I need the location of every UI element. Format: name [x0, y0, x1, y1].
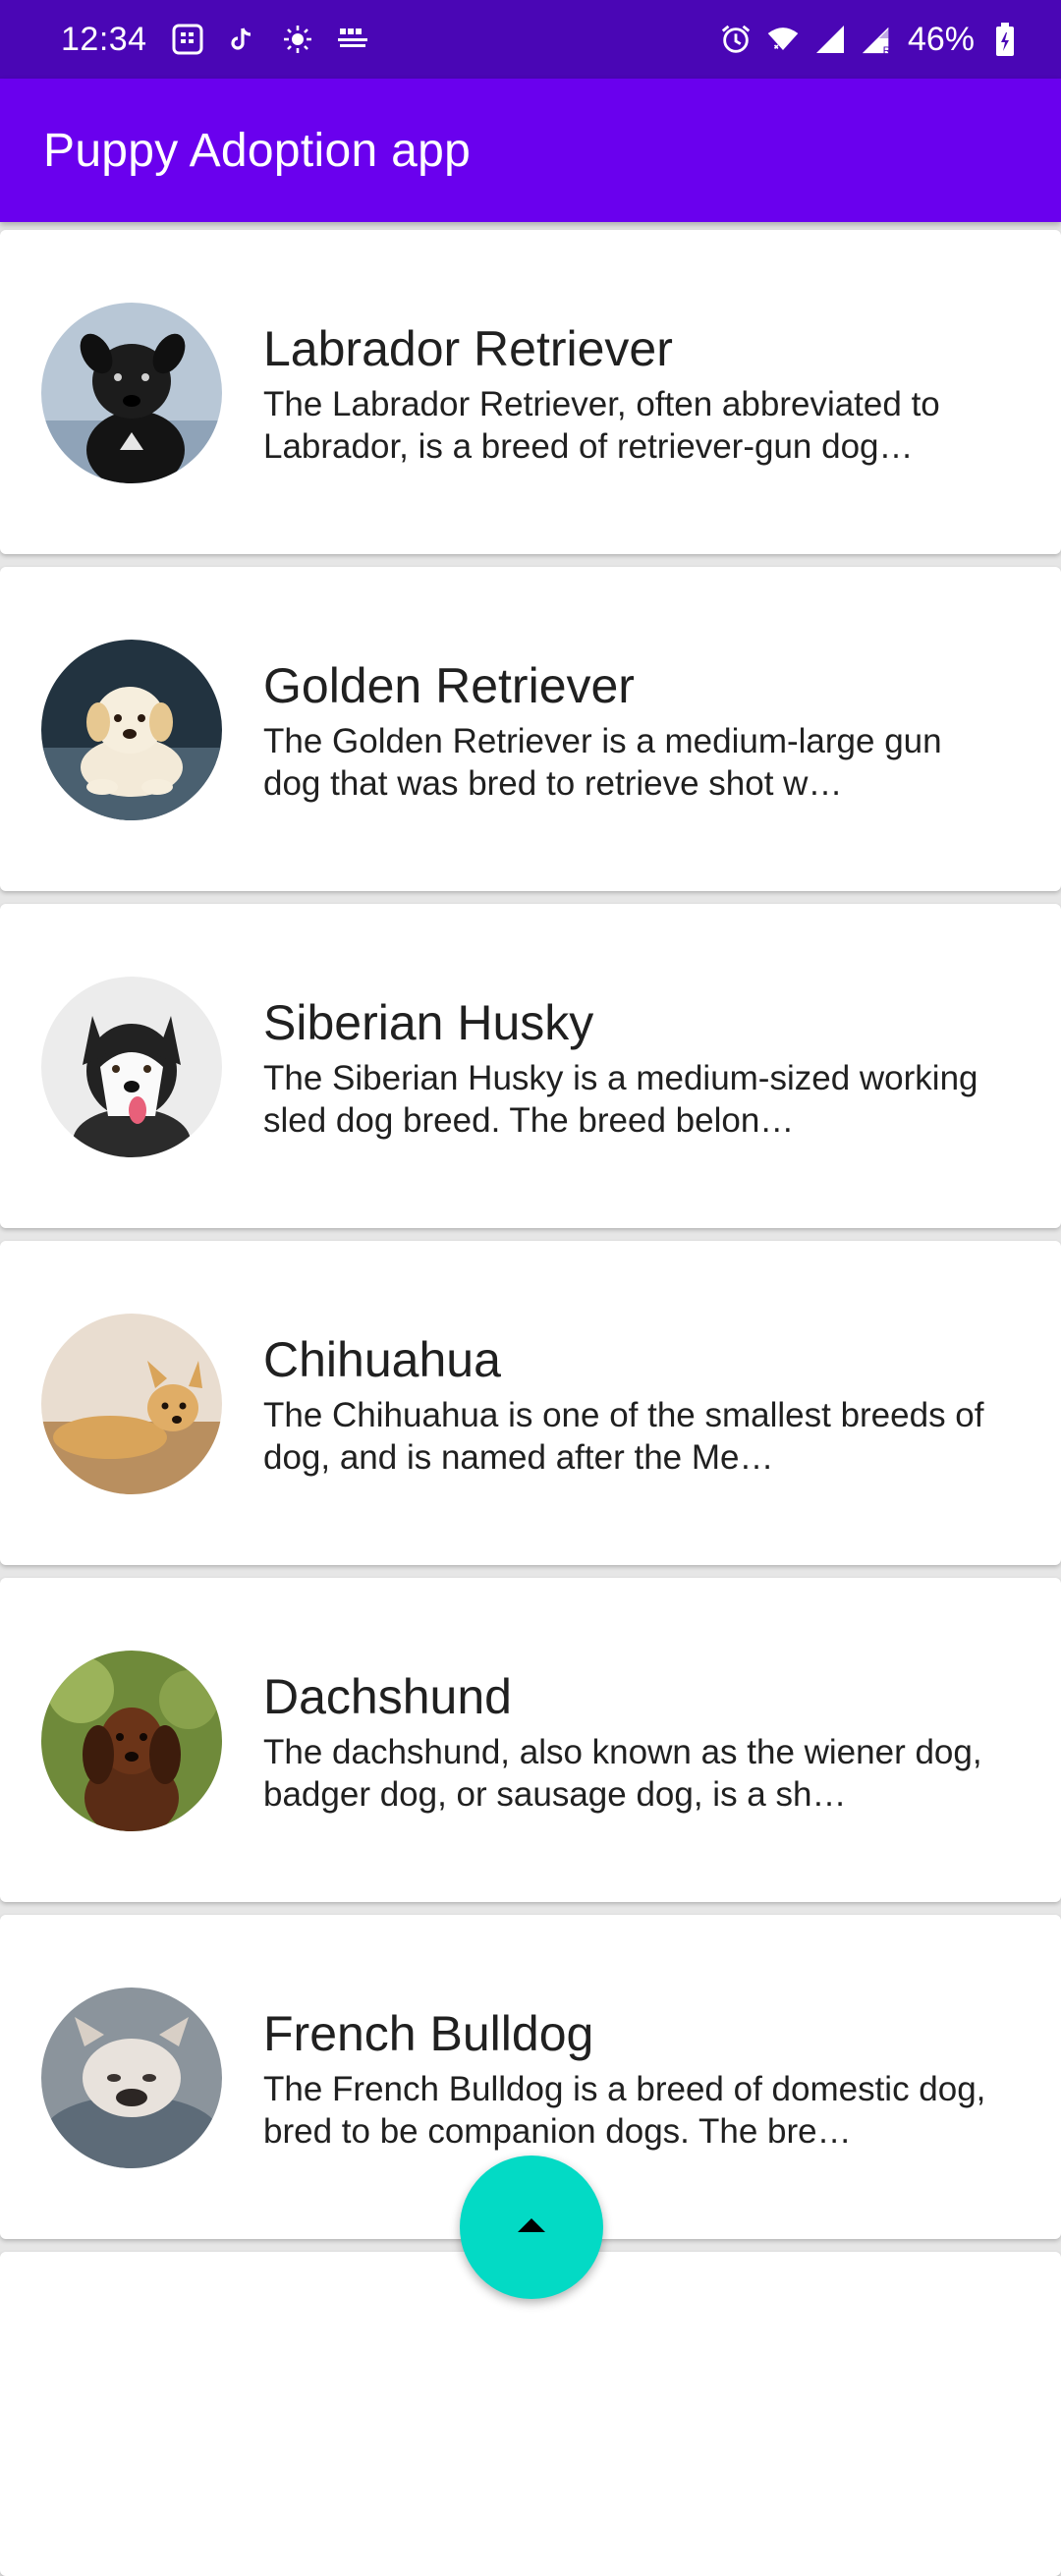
puppy-text: French Bulldog The French Bulldog is a b… [263, 2005, 990, 2153]
puppy-name: Dachshund [263, 1669, 512, 1724]
app-title: Puppy Adoption app [43, 124, 472, 177]
puppy-name: French Bulldog [263, 2006, 594, 2061]
signal-icon [813, 23, 847, 56]
puppy-avatar-husky [41, 977, 222, 1157]
puppy-description: The Golden Retriever is a medium-large g… [263, 722, 942, 803]
puppy-description: The Labrador Retriever, often abbreviate… [263, 385, 940, 466]
signal-roaming-icon: R [861, 23, 894, 56]
puppy-avatar-golden [41, 640, 222, 820]
battery-percent: 46% [907, 20, 975, 58]
puppy-description: The Chihuahua is one of the smallest bre… [263, 1396, 984, 1477]
arrow-up-icon [517, 2217, 546, 2238]
puppy-card-chihuahua[interactable]: Chihuahua The Chihuahua is one of the sm… [0, 1241, 1061, 1565]
weather-icon [281, 23, 314, 56]
puppy-description: The French Bulldog is a breed of domesti… [263, 2070, 986, 2151]
scroll-to-top-button[interactable] [460, 2156, 603, 2299]
alarm-icon [719, 23, 753, 56]
puppy-name: Chihuahua [263, 1332, 501, 1387]
puppy-card-golden-retriever[interactable]: Golden Retriever The Golden Retriever is… [0, 567, 1061, 891]
bbc-learning-english-icon [336, 23, 369, 56]
puppy-card-siberian-husky[interactable]: Siberian Husky The Siberian Husky is a m… [0, 904, 1061, 1228]
status-bar: 12:34 R 46% [0, 0, 1061, 79]
puppy-card-next[interactable] [0, 2252, 1061, 2576]
wifi-icon [766, 23, 800, 56]
puppy-card-labrador-retriever[interactable]: Labrador Retriever The Labrador Retrieve… [0, 230, 1061, 554]
puppy-avatar-french-bulldog [41, 1988, 222, 2168]
puppy-card-dachshund[interactable]: Dachshund The dachshund, also known as t… [0, 1578, 1061, 1902]
sim-icon [171, 23, 204, 56]
tiktok-icon [226, 23, 259, 56]
app-bar: Puppy Adoption app [0, 79, 1061, 222]
puppy-avatar-chihuahua [41, 1314, 222, 1494]
status-system-icons: R 46% [719, 21, 1022, 59]
puppy-text: Golden Retriever The Golden Retriever is… [263, 657, 990, 805]
puppy-name: Labrador Retriever [263, 321, 673, 376]
status-notification-icons [171, 23, 369, 56]
puppy-name: Golden Retriever [263, 658, 635, 713]
svg-text:R: R [883, 45, 891, 56]
puppy-text: Siberian Husky The Siberian Husky is a m… [263, 994, 990, 1142]
puppy-text: Labrador Retriever The Labrador Retrieve… [263, 320, 990, 468]
puppy-name: Siberian Husky [263, 995, 594, 1050]
status-time: 12:34 [61, 20, 147, 58]
puppy-description: The Siberian Husky is a medium-sized wor… [263, 1059, 978, 1140]
puppy-avatar-labrador [41, 303, 222, 483]
puppy-text: Chihuahua The Chihuahua is one of the sm… [263, 1331, 990, 1479]
battery-icon [988, 23, 1022, 56]
puppy-description: The dachshund, also known as the wiener … [263, 1733, 982, 1814]
puppy-text: Dachshund The dachshund, also known as t… [263, 1668, 990, 1816]
puppy-avatar-dachshund [41, 1651, 222, 1831]
